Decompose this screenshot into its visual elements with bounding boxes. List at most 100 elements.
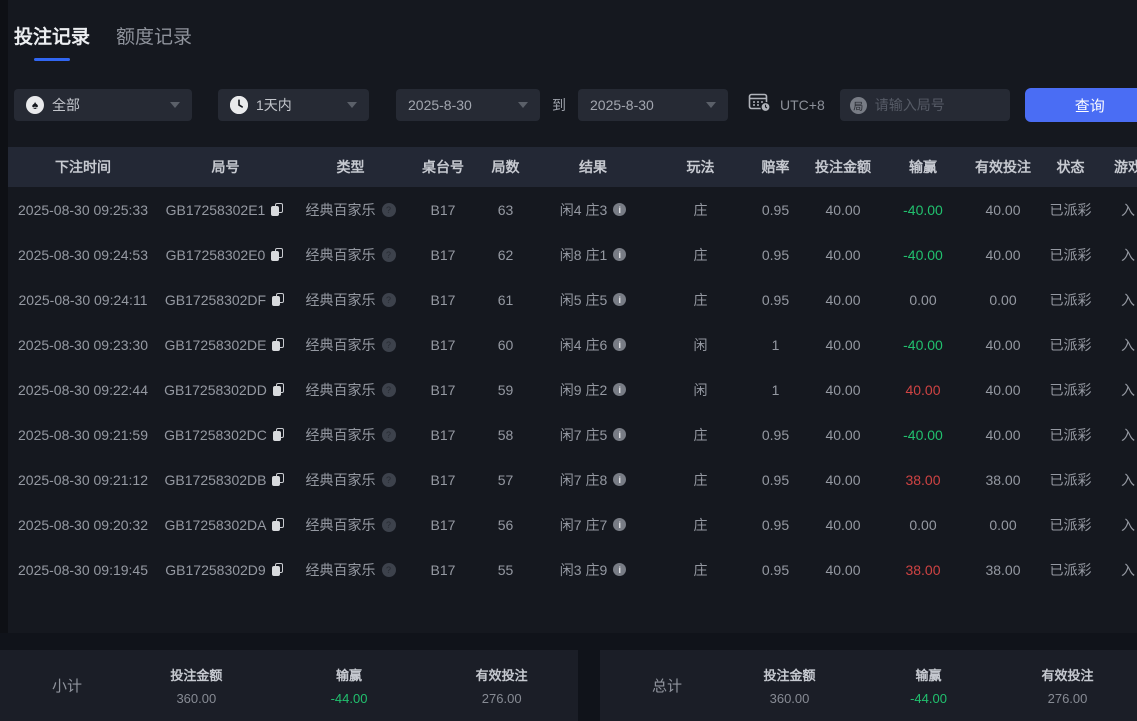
cell-status: 已派彩 [1043, 187, 1098, 232]
cell-bet-time: 2025-08-30 09:21:59 [8, 412, 158, 457]
cell-status: 已派彩 [1043, 457, 1098, 502]
info-icon[interactable]: i [613, 563, 626, 576]
cell-game: 入 [1098, 277, 1137, 322]
tab-quota-records[interactable]: 额度记录 [116, 22, 192, 61]
cell-game: 入 [1098, 502, 1137, 547]
column-header: 玩法 [653, 147, 748, 187]
cell-game: 入 [1098, 232, 1137, 277]
game-info-icon[interactable]: ? [382, 383, 396, 397]
cell-status: 已派彩 [1043, 322, 1098, 367]
betting-records-page: 投注记录 额度记录 ♠ 全部 1天内 2025-8-30 到 2025-8-30 [8, 0, 1137, 721]
cell-round-no: 63 [478, 187, 533, 232]
copy-icon[interactable] [272, 518, 286, 532]
cell-valid-bet: 38.00 [963, 547, 1043, 592]
game-info-icon[interactable]: ? [382, 473, 396, 487]
search-button[interactable]: 查询 [1025, 88, 1137, 122]
info-icon[interactable]: i [613, 473, 626, 486]
cell-game: 入 [1098, 457, 1137, 502]
copy-icon[interactable] [273, 383, 287, 397]
cell-bet-time: 2025-08-30 09:20:32 [8, 502, 158, 547]
game-info-icon[interactable]: ? [382, 293, 396, 307]
column-header: 下注时间 [8, 147, 158, 187]
info-icon[interactable]: i [613, 203, 626, 216]
date-to-dropdown[interactable]: 2025-8-30 [578, 89, 728, 121]
cell-odds: 0.95 [748, 457, 803, 502]
total-valid-bet: 有效投注 276.00 [998, 665, 1137, 706]
timezone-label: UTC+8 [780, 97, 825, 113]
cell-bet-time: 2025-08-30 09:25:33 [8, 187, 158, 232]
game-info-icon[interactable]: ? [382, 518, 396, 532]
cell-result: 闲4 庄3 i [533, 187, 653, 232]
tab-betting-records[interactable]: 投注记录 [14, 22, 90, 61]
cell-win-loss: 38.00 [883, 547, 963, 592]
cell-odds: 1 [748, 322, 803, 367]
calendar-clock-icon [748, 92, 772, 118]
table-row: 2025-08-30 09:20:32 GB17258302DA 经典百家乐 ?… [8, 502, 1137, 547]
copy-icon[interactable] [272, 473, 286, 487]
tab-quota-records-label: 额度记录 [116, 27, 192, 48]
copy-icon[interactable] [272, 563, 286, 577]
cell-status: 已派彩 [1043, 412, 1098, 457]
copy-icon[interactable] [273, 428, 287, 442]
cell-game: 入 [1098, 367, 1137, 412]
info-icon[interactable]: i [613, 338, 626, 351]
game-type-value: 全部 [52, 95, 80, 115]
cell-result: 闲9 庄2 i [533, 367, 653, 412]
date-from-value: 2025-8-30 [408, 97, 472, 113]
game-info-icon[interactable]: ? [382, 428, 396, 442]
info-icon[interactable]: i [613, 428, 626, 441]
cell-odds: 0.95 [748, 502, 803, 547]
timezone-indicator: UTC+8 [748, 92, 825, 118]
cell-play: 庄 [653, 277, 748, 322]
cell-table-no: B17 [408, 457, 478, 502]
game-info-icon[interactable]: ? [382, 203, 396, 217]
table-row: 2025-08-30 09:22:44 GB17258302DD 经典百家乐 ?… [8, 367, 1137, 412]
round-number-input[interactable] [875, 97, 995, 113]
info-icon[interactable]: i [613, 248, 626, 261]
info-icon[interactable]: i [613, 293, 626, 306]
cell-game: 入 [1098, 187, 1137, 232]
cell-result: 闲5 庄5 i [533, 277, 653, 322]
copy-icon[interactable] [272, 293, 286, 307]
cell-valid-bet: 40.00 [963, 232, 1043, 277]
copy-icon[interactable] [271, 203, 285, 217]
cell-status: 已派彩 [1043, 502, 1098, 547]
column-header: 投注金额 [803, 147, 883, 187]
cell-play: 庄 [653, 547, 748, 592]
cell-play: 庄 [653, 187, 748, 232]
tab-betting-records-label: 投注记录 [14, 27, 90, 48]
chevron-down-icon [347, 102, 357, 108]
cell-game-type: 经典百家乐 ? [293, 547, 408, 592]
cell-result: 闲7 庄7 i [533, 502, 653, 547]
total-win-loss: 输赢 -44.00 [859, 665, 998, 706]
game-type-dropdown[interactable]: ♠ 全部 [14, 89, 192, 121]
cell-odds: 0.95 [748, 277, 803, 322]
cell-game-type: 经典百家乐 ? [293, 187, 408, 232]
game-info-icon[interactable]: ? [382, 563, 396, 577]
cell-round-no: 59 [478, 367, 533, 412]
cell-play: 庄 [653, 232, 748, 277]
copy-icon[interactable] [271, 248, 285, 262]
table-row: 2025-08-30 09:23:30 GB17258302DE 经典百家乐 ?… [8, 322, 1137, 367]
date-to-label: 到 [552, 95, 566, 115]
cell-bet-time: 2025-08-30 09:22:44 [8, 367, 158, 412]
game-info-icon[interactable]: ? [382, 248, 396, 262]
cell-game-type: 经典百家乐 ? [293, 412, 408, 457]
records-table-wrap: 下注时间局号类型桌台号局数结果玩法赔率投注金额输赢有效投注状态游戏 2025-0… [8, 147, 1137, 592]
column-header: 游戏 [1098, 147, 1137, 187]
cell-valid-bet: 40.00 [963, 322, 1043, 367]
spade-icon: ♠ [26, 96, 44, 114]
info-icon[interactable]: i [613, 518, 626, 531]
cell-win-loss: 0.00 [883, 277, 963, 322]
copy-icon[interactable] [272, 338, 286, 352]
table-row: 2025-08-30 09:21:12 GB17258302DB 经典百家乐 ?… [8, 457, 1137, 502]
cell-status: 已派彩 [1043, 232, 1098, 277]
cell-table-no: B17 [408, 412, 478, 457]
time-range-dropdown[interactable]: 1天内 [218, 89, 369, 121]
date-from-dropdown[interactable]: 2025-8-30 [396, 89, 540, 121]
info-icon[interactable]: i [613, 383, 626, 396]
game-info-icon[interactable]: ? [382, 338, 396, 352]
cell-play: 闲 [653, 367, 748, 412]
column-header: 局号 [158, 147, 293, 187]
cell-win-loss: -40.00 [883, 412, 963, 457]
